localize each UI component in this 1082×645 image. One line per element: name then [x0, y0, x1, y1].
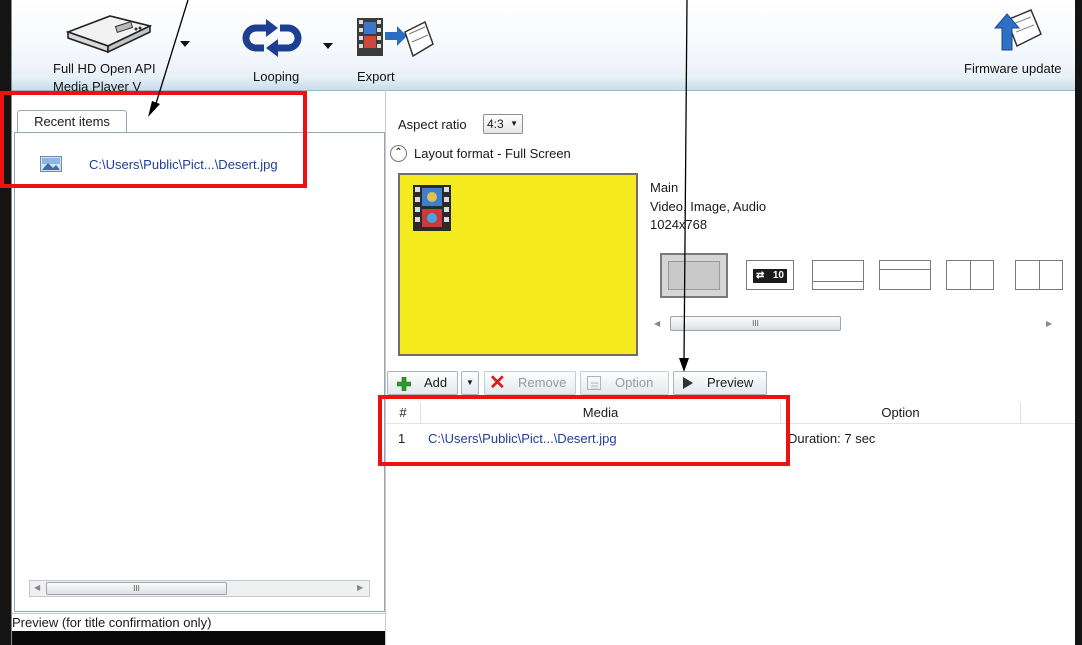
arrow-head-icon: [679, 358, 689, 372]
arrow-head-icon: [148, 101, 160, 117]
annotation-arrows: [148, 0, 689, 372]
